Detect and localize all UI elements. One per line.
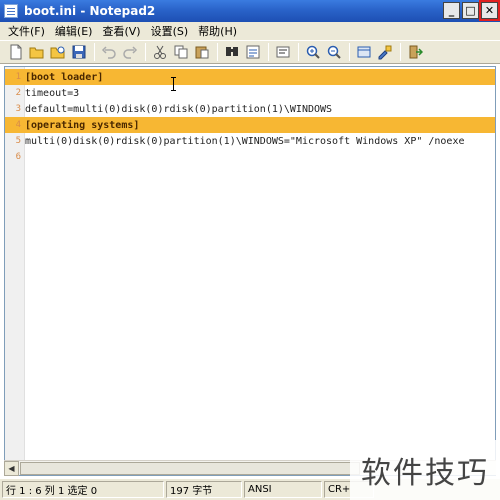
browse-icon[interactable]: [48, 42, 68, 62]
close-button[interactable]: ✕: [479, 0, 500, 21]
toolbar-separator: [145, 43, 146, 61]
paste-icon[interactable]: [192, 42, 212, 62]
toolbar-separator: [400, 43, 401, 61]
menu-edit[interactable]: 编辑(E): [51, 23, 99, 39]
menu-help[interactable]: 帮助(H): [194, 23, 243, 39]
editor-line[interactable]: 3 default=multi(0)disk(0)rdisk(0)partiti…: [5, 101, 495, 117]
watermark: 软件技巧: [350, 440, 500, 500]
settings-icon[interactable]: [375, 42, 395, 62]
line-number: 3: [15, 104, 21, 114]
line-text: multi(0)disk(0)rdisk(0)partition(1)\WIND…: [25, 135, 465, 147]
editor-line[interactable]: 2 timeout=3: [5, 85, 495, 101]
menu-view[interactable]: 查看(V): [98, 23, 146, 39]
status-position: 行 1 : 6 列 1 选定 0: [2, 481, 164, 498]
scrollbar-thumb[interactable]: [20, 461, 360, 475]
text-cursor-icon: [171, 77, 177, 91]
editor-line[interactable]: 6: [5, 149, 495, 165]
copy-icon[interactable]: [171, 42, 191, 62]
text-editor[interactable]: 1 [boot loader] 2 timeout=3 3 default=mu…: [4, 66, 496, 476]
status-file-size: 197 字节: [166, 481, 242, 498]
editor-line[interactable]: 5 multi(0)disk(0)rdisk(0)partition(1)\WI…: [5, 133, 495, 149]
minimize-button[interactable]: _: [443, 2, 460, 19]
toolbar-separator: [298, 43, 299, 61]
view-icon[interactable]: [354, 42, 374, 62]
cut-icon[interactable]: [150, 42, 170, 62]
line-number: 4: [15, 120, 21, 130]
replace-icon[interactable]: [243, 42, 263, 62]
exit-icon[interactable]: [405, 42, 425, 62]
zoom-out-icon[interactable]: [324, 42, 344, 62]
toolbar-separator: [349, 43, 350, 61]
zoom-in-icon[interactable]: [303, 42, 323, 62]
line-text: timeout=3: [25, 87, 80, 99]
window-title: boot.ini - Notepad2: [24, 4, 156, 18]
scroll-left-arrow-icon[interactable]: ◀: [4, 460, 19, 476]
toolbar-separator: [268, 43, 269, 61]
toolbar-separator: [217, 43, 218, 61]
save-icon[interactable]: [69, 42, 89, 62]
title-bar: boot.ini - Notepad2 _ □ ✕: [0, 0, 500, 22]
editor-line[interactable]: 4 [operating systems]: [5, 117, 495, 133]
line-number: 2: [15, 88, 21, 98]
toolbar-separator: [94, 43, 95, 61]
window-controls: _ □ ✕: [443, 0, 500, 21]
menu-bar: 文件(F) 编辑(E) 查看(V) 设置(S) 帮助(H): [0, 22, 500, 40]
line-text: [boot loader]: [25, 71, 104, 83]
redo-icon[interactable]: [120, 42, 140, 62]
menu-file[interactable]: 文件(F): [4, 23, 51, 39]
line-number: 6: [15, 152, 21, 162]
line-number: 1: [15, 72, 21, 82]
line-text: [operating systems]: [25, 119, 140, 131]
maximize-button[interactable]: □: [462, 2, 479, 19]
line-text: default=multi(0)disk(0)rdisk(0)partition…: [25, 103, 333, 115]
line-number: 5: [15, 136, 21, 146]
status-encoding[interactable]: ANSI: [244, 481, 322, 498]
editor-line[interactable]: 1 [boot loader]: [5, 69, 495, 85]
new-icon[interactable]: [6, 42, 26, 62]
find-icon[interactable]: [222, 42, 242, 62]
undo-icon[interactable]: [99, 42, 119, 62]
toolbar: [0, 40, 500, 64]
open-icon[interactable]: [27, 42, 47, 62]
word-wrap-icon[interactable]: [273, 42, 293, 62]
notepad-app-icon[interactable]: [4, 4, 18, 18]
menu-settings[interactable]: 设置(S): [147, 23, 195, 39]
